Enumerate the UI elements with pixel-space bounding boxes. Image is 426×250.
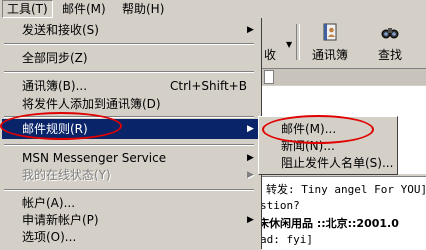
menu-separator [4,144,254,146]
menu-item-my-status: 我的在线状态(Y) ▶ [2,165,258,185]
preview-line: 转发: Tiny angel For YOU] [266,183,426,196]
menu-item-label: 选项(O)... [22,230,77,244]
folder-bar [262,68,426,85]
menu-item-shortcut: Ctrl+Shift+B [170,79,247,93]
preview-line: stion? [262,199,300,212]
menu-help[interactable]: 帮助(H) [118,0,168,18]
menu-item-sync-all[interactable]: 全部同步(Z) [2,48,258,68]
menu-item-add-sender[interactable]: 将发件人添加到通讯簿(D) [2,94,258,114]
find-button[interactable]: 查找 [362,20,418,64]
menu-separator [4,43,254,45]
folder-icon [264,70,274,84]
menu-item-label: 我的在线状态(Y) [22,168,111,182]
preview-line: ad: fyi] [262,233,313,246]
menu-bar: 工具(T) 邮件(M) 帮助(H) [0,0,426,18]
menu-item-address-book[interactable]: 通讯簿(B)... Ctrl+Shift+B [2,76,258,96]
toolbar-separator [296,24,300,60]
toolbar: 收 ▼ 通讯簿 查找 [262,20,426,64]
menu-item-label: 全部同步(Z) [22,51,88,65]
receive-button-label: 收 [263,48,276,62]
contacts-button[interactable]: 通讯簿 [302,20,358,64]
find-button-label: 查找 [377,48,402,62]
menu-separator [4,71,254,73]
dropdown-arrow-icon[interactable]: ▼ [286,40,292,49]
contacts-button-label: 通讯簿 [311,48,348,62]
submenu-item-blocked-senders[interactable]: 阻止发件人名单(S)... [281,154,393,172]
menu-separator [4,189,254,191]
submenu-arrow-icon: ▶ [247,124,254,134]
menu-item-options[interactable]: 选项(O)... [2,227,258,247]
address-book-icon [323,23,337,41]
annotation-ellipse [0,112,122,140]
preview-pane: 转发: Tiny angel For YOU] stion? 床休闲用品 ::北… [262,176,426,250]
menu-item-label: 将发件人添加到通讯簿(D) [22,97,161,111]
menu-item-send-receive[interactable]: 发送和接收(S) ▶ [2,20,258,40]
menu-item-label: 通讯簿(B)... [22,79,88,93]
binoculars-icon [381,28,399,39]
menu-item-label: 发送和接收(S) [22,23,99,37]
preview-line: 床休闲用品 ::北京::2001.0 [262,217,399,230]
menu-tools[interactable]: 工具(T) [2,0,53,18]
annotation-ellipse [262,115,374,144]
menu-mail[interactable]: 邮件(M) [58,0,110,18]
submenu-arrow-icon: ▶ [247,170,254,180]
submenu-arrow-icon: ▶ [247,25,254,35]
